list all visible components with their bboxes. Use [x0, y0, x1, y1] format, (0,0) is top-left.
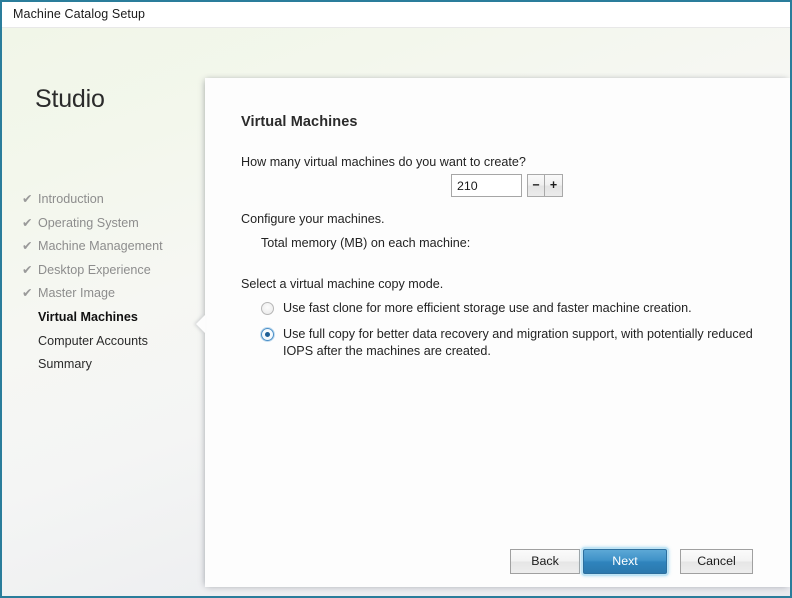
studio-brand-label: Studio: [35, 85, 105, 113]
sidebar-item-introduction[interactable]: ✔ Introduction: [2, 188, 207, 212]
back-button[interactable]: Back: [510, 549, 580, 574]
wizard-step-list: ✔ Introduction ✔ Operating System ✔ Mach…: [2, 188, 207, 377]
check-icon: ✔: [22, 192, 33, 206]
copy-mode-option-label: Use fast clone for more efficient storag…: [283, 301, 692, 315]
machine-count-input[interactable]: [451, 174, 522, 197]
sidebar-item-virtual-machines[interactable]: Virtual Machines: [2, 306, 207, 330]
copy-mode-option-fast-clone[interactable]: Use fast clone for more efficient storag…: [261, 300, 761, 317]
check-icon: ✔: [22, 286, 33, 301]
sidebar-item-machine-management[interactable]: ✔ Machine Management: [2, 235, 207, 259]
sidebar-item-master-image[interactable]: ✔ Master Image: [2, 282, 207, 306]
wizard-content-panel: Virtual Machines How many virtual machin…: [196, 78, 790, 587]
configure-machines-heading: Configure your machines.: [241, 212, 385, 226]
sidebar-item-operating-system[interactable]: ✔ Operating System: [2, 212, 207, 236]
sidebar-item-label: Operating System: [38, 215, 139, 230]
window-title: Machine Catalog Setup: [13, 7, 146, 21]
sidebar-item-label: Desktop Experience: [38, 262, 151, 277]
active-step-pointer-icon: [196, 315, 205, 333]
sidebar-item-label: Introduction: [38, 192, 104, 206]
sidebar-item-desktop-experience[interactable]: ✔ Desktop Experience: [2, 259, 207, 283]
wizard-body: Studio ✔ Introduction ✔ Operating System…: [2, 28, 790, 596]
wizard-sidebar: Studio ✔ Introduction ✔ Operating System…: [2, 28, 207, 596]
title-bar: Machine Catalog Setup: [2, 2, 790, 28]
copy-mode-option-full-copy[interactable]: Use full copy for better data recovery a…: [261, 326, 763, 360]
machine-count-stepper[interactable]: − +: [451, 174, 563, 197]
machine-count-question-label: How many virtual machines do you want to…: [241, 155, 526, 169]
copy-mode-heading: Select a virtual machine copy mode.: [241, 277, 444, 291]
machine-count-stepper-buttons: − +: [527, 174, 563, 197]
radio-button-icon[interactable]: [261, 302, 274, 315]
sidebar-item-label: Machine Management: [38, 239, 163, 254]
sidebar-item-label: Summary: [38, 357, 92, 372]
check-icon: ✔: [22, 215, 33, 230]
machine-count-decrement-button[interactable]: −: [527, 174, 545, 197]
sidebar-item-label: Computer Accounts: [38, 333, 148, 348]
copy-mode-option-label: Use full copy for better data recovery a…: [283, 327, 753, 358]
check-icon: ✔: [22, 262, 33, 277]
sidebar-item-computer-accounts[interactable]: Computer Accounts: [2, 330, 207, 354]
cancel-button[interactable]: Cancel: [680, 549, 753, 574]
next-button[interactable]: Next: [583, 549, 667, 574]
page-title: Virtual Machines: [241, 114, 358, 130]
sidebar-item-summary[interactable]: Summary: [2, 353, 207, 377]
sidebar-item-label: Master Image: [38, 286, 115, 301]
check-icon: ✔: [22, 239, 33, 254]
sidebar-item-label: Virtual Machines: [38, 309, 138, 324]
radio-button-icon[interactable]: [261, 328, 274, 341]
wizard-footer: Back Next Cancel: [205, 521, 790, 587]
total-memory-label: Total memory (MB) on each machine:: [261, 236, 471, 250]
machine-catalog-setup-window: Machine Catalog Setup Studio ✔ Introduct…: [0, 0, 792, 598]
machine-count-increment-button[interactable]: +: [545, 174, 563, 197]
